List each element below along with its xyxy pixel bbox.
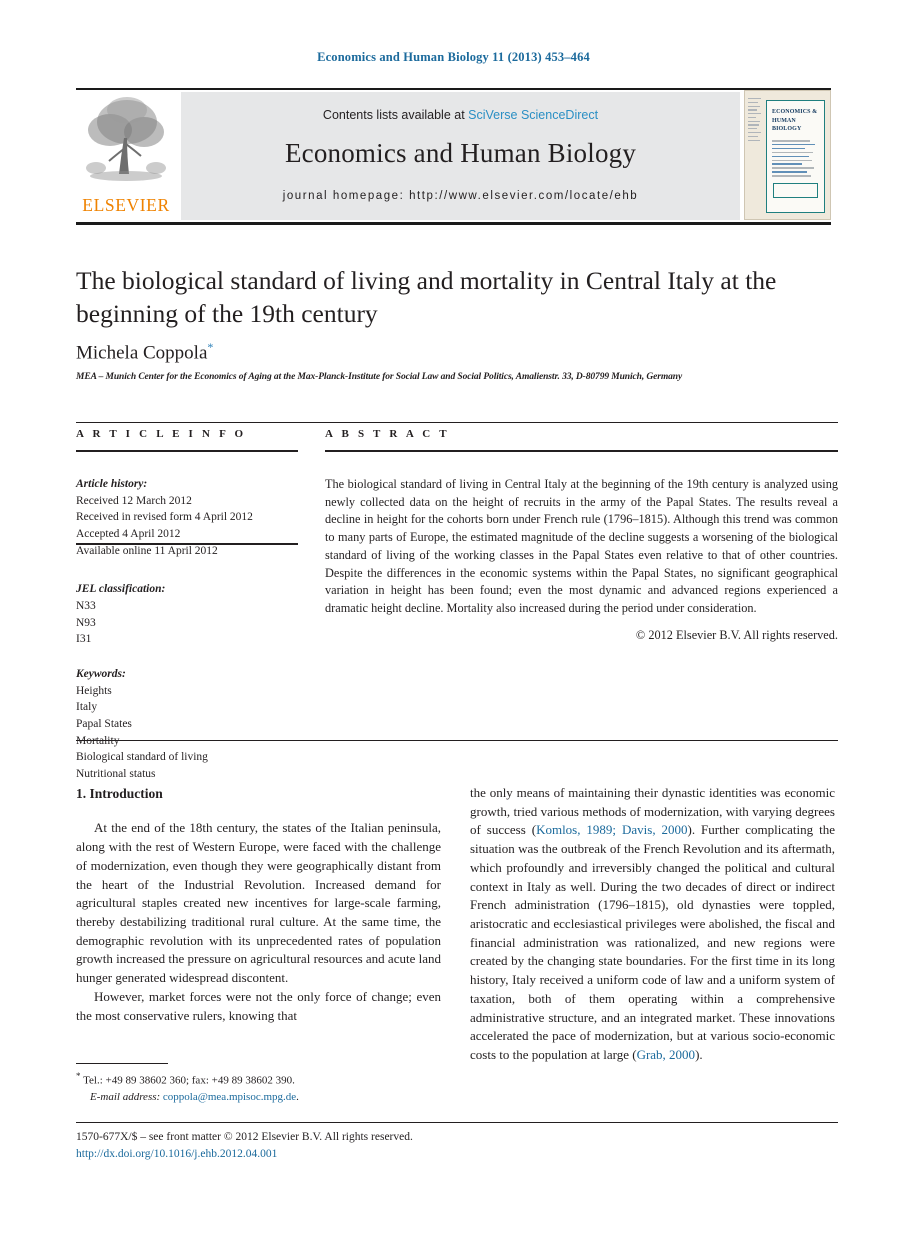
footnote-email-label: E-mail address:	[90, 1091, 161, 1104]
contents-prefix: Contents lists available at	[322, 108, 469, 122]
jel-code: N33	[76, 600, 96, 613]
abstract-text: The biological standard of living in Cen…	[325, 477, 838, 615]
body-paragraph: However, market forces were not the only…	[76, 988, 441, 1023]
elsevier-wordmark: ELSEVIER	[82, 195, 170, 215]
body-text-part-b: ). Further complicating the situation wa…	[470, 822, 835, 1063]
elsevier-logo: ELSEVIER	[76, 92, 176, 220]
infoblock-top-rule	[76, 422, 838, 423]
body-column-left: 1. Introduction At the end of the 18th c…	[76, 784, 441, 1025]
history-item: Received 12 March 2012	[76, 494, 192, 507]
author-name: Michela Coppola*	[76, 340, 213, 364]
footnote-email-trail: .	[296, 1091, 299, 1104]
journal-cover-thumbnail: ECONOMICS & HUMAN BIOLOGY	[744, 90, 831, 220]
body-paragraph: At the end of the 18th century, the stat…	[76, 820, 441, 986]
author-affiliation: MEA – Munich Center for the Economics of…	[76, 372, 683, 382]
elsevier-tree-icon	[86, 97, 166, 181]
issn-copyright-line: 1570-677X/$ – see front matter © 2012 El…	[76, 1131, 413, 1143]
keyword-item: Nutritional status	[76, 768, 156, 781]
author-footnote-marker[interactable]: *	[207, 340, 213, 354]
journal-masthead: ELSEVIER Contents lists available at Sci…	[76, 88, 831, 226]
footer-rule	[76, 1122, 838, 1123]
keyword-item: Papal States	[76, 718, 132, 731]
footnote-marker: *	[76, 1071, 81, 1081]
page-title: The biological standard of living and mo…	[76, 266, 777, 328]
jel-code: I31	[76, 633, 92, 646]
history-item: Available online 11 April 2012	[76, 544, 218, 557]
article-history-heading: Article history:	[76, 478, 148, 490]
abstract-label: A B S T R A C T	[325, 428, 450, 440]
author-footnote: * Tel.: +49 89 38602 360; fax: +49 89 38…	[76, 1070, 446, 1106]
jel-classification-group: JEL classification: N33 N93 I31	[76, 581, 298, 648]
keyword-item: Heights	[76, 684, 112, 697]
cover-left-strip	[748, 98, 763, 213]
doi-link[interactable]: http://dx.doi.org/10.1016/j.ehb.2012.04.…	[76, 1146, 576, 1163]
journal-title: Economics and Human Biology	[284, 138, 637, 168]
cover-footer-box	[773, 182, 818, 198]
footnote-email-link[interactable]: coppola@mea.mpisoc.mpg.de	[163, 1091, 296, 1103]
citation-link-grab[interactable]: Grab, 2000	[637, 1047, 696, 1062]
citation-link-komlos-davis[interactable]: Komlos, 1989; Davis, 2000	[536, 822, 687, 837]
body-paragraph-continued: the only means of maintaining their dyna…	[470, 784, 835, 1065]
author-label: Michela Coppola	[76, 342, 208, 364]
cover-journal-title: ECONOMICS & HUMAN BIOLOGY	[772, 109, 818, 133]
footnote-rule	[76, 1063, 168, 1064]
keyword-item: Italy	[76, 701, 98, 714]
body-column-right: the only means of maintaining their dyna…	[470, 784, 835, 1065]
body-text-part-c: ).	[695, 1047, 703, 1063]
page-footer: 1570-677X/$ – see front matter © 2012 El…	[76, 1129, 576, 1164]
history-item: Accepted 4 April 2012	[76, 528, 181, 541]
abstract-column: A B S T R A C T The biological standard …	[325, 428, 838, 643]
footnote-email-line: E-mail address: coppola@mea.mpisoc.mpg.d…	[76, 1089, 446, 1106]
keywords-group: Keywords: Heights Italy Papal States Mor…	[76, 666, 298, 783]
cover-inner-frame: ECONOMICS & HUMAN BIOLOGY	[766, 100, 825, 213]
section-heading-introduction: 1. Introduction	[76, 786, 163, 801]
running-head: Economics and Human Biology 11 (2013) 45…	[317, 50, 590, 64]
masthead-bottom-rule	[76, 222, 831, 225]
sciencedirect-link[interactable]: SciVerse ScienceDirect	[468, 108, 598, 122]
history-item: Received in revised form 4 April 2012	[76, 511, 253, 524]
jel-heading: JEL classification:	[76, 583, 166, 596]
footnote-tel-line: * Tel.: +49 89 38602 360; fax: +49 89 38…	[76, 1070, 446, 1089]
footnote-tel: Tel.: +49 89 38602 360; fax: +49 89 3860…	[83, 1074, 295, 1087]
keyword-item: Mortality	[76, 734, 120, 747]
jel-code: N93	[76, 616, 96, 629]
masthead-center-panel: Contents lists available at SciVerse Sci…	[181, 92, 740, 220]
article-history-group: Article history: Received 12 March 2012 …	[76, 476, 298, 559]
article-info-column: A R T I C L E I N F O Article history: R…	[76, 428, 298, 783]
abstract-copyright: © 2012 Elsevier B.V. All rights reserved…	[635, 627, 838, 642]
keyword-item: Biological standard of living	[76, 751, 208, 764]
article-info-label: A R T I C L E I N F O	[76, 428, 247, 440]
cover-text-lines	[772, 140, 819, 177]
contents-available-line: Contents lists available at SciVerse Sci…	[181, 108, 740, 122]
keywords-heading: Keywords:	[76, 668, 126, 681]
paper-page: Economics and Human Biology 11 (2013) 45…	[0, 0, 907, 1238]
masthead-top-rule	[76, 88, 831, 90]
journal-homepage-link[interactable]: journal homepage: http://www.elsevier.co…	[181, 190, 740, 202]
